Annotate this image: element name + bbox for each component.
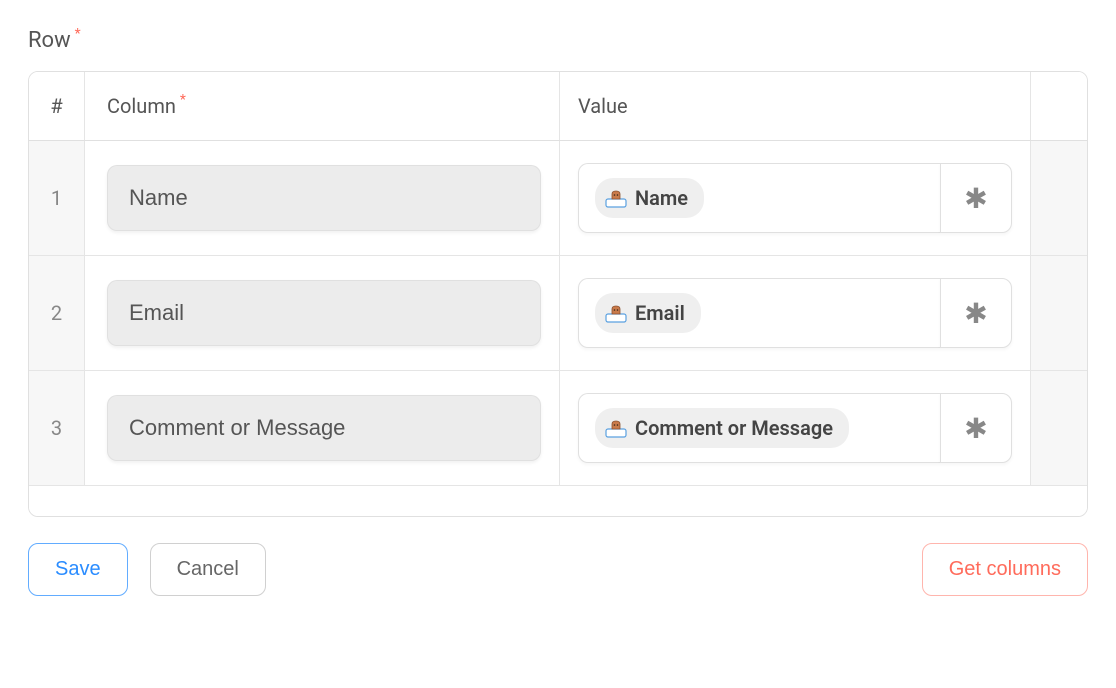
- get-columns-button[interactable]: Get columns: [922, 543, 1088, 596]
- asterisk-icon: ✱: [964, 412, 987, 445]
- required-asterisk: *: [180, 92, 186, 108]
- row-end: [1031, 256, 1087, 370]
- section-label: Row *: [28, 28, 1088, 53]
- table-header-row: # Column * Value: [29, 72, 1087, 141]
- header-value: Value: [560, 72, 1031, 140]
- row-num: 2: [29, 256, 85, 370]
- asterisk-icon: ✱: [964, 297, 987, 330]
- header-end: [1031, 72, 1087, 140]
- column-input[interactable]: [107, 395, 541, 461]
- row-num: 3: [29, 371, 85, 485]
- table-row: 1 Name: [29, 141, 1087, 256]
- header-column-text: Column: [107, 94, 176, 118]
- save-button[interactable]: Save: [28, 543, 128, 596]
- row-num: 1: [29, 141, 85, 255]
- value-input[interactable]: Email: [578, 278, 940, 348]
- row-table: # Column * Value 1: [28, 71, 1088, 517]
- section-label-text: Row: [28, 28, 71, 53]
- row-end: [1031, 371, 1087, 485]
- column-input[interactable]: [107, 280, 541, 346]
- header-num: #: [29, 72, 85, 140]
- table-row: 3 Comment or Me: [29, 371, 1087, 486]
- required-asterisk: *: [75, 26, 81, 42]
- cancel-button[interactable]: Cancel: [150, 543, 266, 596]
- form-field-icon: [605, 188, 627, 208]
- expand-button[interactable]: ✱: [940, 393, 1012, 463]
- header-column: Column *: [85, 72, 560, 140]
- footer-buttons: Save Cancel Get columns: [28, 543, 1088, 596]
- expand-button[interactable]: ✱: [940, 163, 1012, 233]
- chip-text: Email: [635, 301, 685, 325]
- value-input[interactable]: Comment or Message: [578, 393, 940, 463]
- chip-text: Name: [635, 186, 688, 210]
- chip-text: Comment or Message: [635, 416, 833, 440]
- table-row: 2 Email: [29, 256, 1087, 371]
- form-field-icon: [605, 418, 627, 438]
- form-field-icon: [605, 303, 627, 323]
- row-end: [1031, 141, 1087, 255]
- expand-button[interactable]: ✱: [940, 278, 1012, 348]
- table-footer-space: [29, 486, 1087, 516]
- column-input[interactable]: [107, 165, 541, 231]
- value-input[interactable]: Name: [578, 163, 940, 233]
- value-chip[interactable]: Email: [595, 293, 701, 333]
- asterisk-icon: ✱: [964, 182, 987, 215]
- value-chip[interactable]: Name: [595, 178, 704, 218]
- value-chip[interactable]: Comment or Message: [595, 408, 849, 448]
